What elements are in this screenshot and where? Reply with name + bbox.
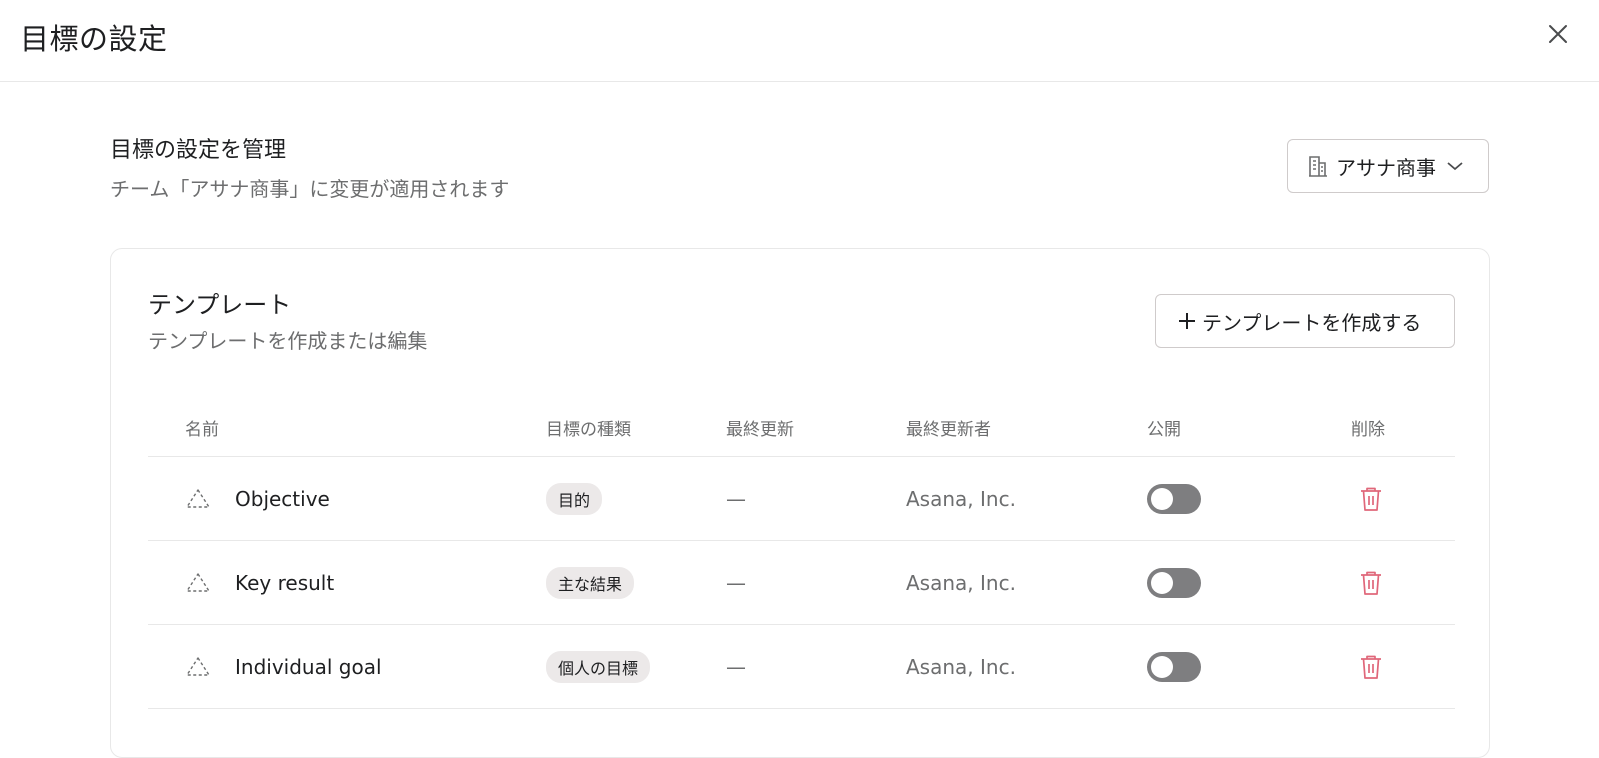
dashed-triangle-icon xyxy=(186,489,210,508)
toggle-knob xyxy=(1151,572,1173,594)
close-button[interactable] xyxy=(1543,19,1573,49)
settings-subtitle: チーム「アサナ商事」に変更が適用されます xyxy=(110,177,510,201)
dashed-triangle-icon xyxy=(186,657,210,676)
templates-subtitle: テンプレートを作成または編集 xyxy=(148,329,428,353)
template-name[interactable]: Key result xyxy=(235,571,334,595)
settings-title: 目標の設定を管理 xyxy=(110,138,287,163)
page-title: 目標の設定 xyxy=(20,22,168,56)
templates-title: テンプレート xyxy=(148,291,292,319)
toggle-knob xyxy=(1151,488,1173,510)
type-cell: 個人の目標 xyxy=(546,625,651,709)
goal-type-badge: 主な結果 xyxy=(546,567,635,599)
plus-icon xyxy=(1179,313,1195,329)
template-name[interactable]: Objective xyxy=(235,487,330,511)
updated-cell: — xyxy=(726,541,746,625)
dialog-header: 目標の設定 xyxy=(0,0,1599,82)
last-updated: — xyxy=(726,487,746,511)
delete-cell xyxy=(1359,457,1383,541)
table-row[interactable]: Key result 主な結果 — Asana, Inc. xyxy=(148,541,1455,625)
name-cell: Objective xyxy=(185,457,330,541)
table-row[interactable]: Individual goal 個人の目標 — Asana, Inc. xyxy=(148,625,1455,709)
create-template-label: テンプレートを作成する xyxy=(1202,310,1422,335)
close-icon xyxy=(1549,25,1567,43)
chevron-down-icon xyxy=(1447,162,1463,171)
name-cell: Key result xyxy=(185,541,334,625)
updated-by-cell: Asana, Inc. xyxy=(906,457,1016,541)
dashed-triangle-icon xyxy=(186,573,210,592)
last-updated: — xyxy=(726,571,746,595)
public-toggle[interactable] xyxy=(1147,484,1201,514)
team-select-label: アサナ商事 xyxy=(1336,155,1436,180)
updated-cell: — xyxy=(726,625,746,709)
last-updated: — xyxy=(726,655,746,679)
updated-by-cell: Asana, Inc. xyxy=(906,541,1016,625)
type-cell: 目的 xyxy=(546,457,603,541)
public-cell xyxy=(1147,541,1201,625)
updated-cell: — xyxy=(726,457,746,541)
last-updated-by: Asana, Inc. xyxy=(906,487,1016,511)
trash-icon xyxy=(1361,571,1381,595)
last-updated-by: Asana, Inc. xyxy=(906,571,1016,595)
column-type: 目標の種類 xyxy=(546,420,631,440)
goal-type-badge: 個人の目標 xyxy=(546,651,651,683)
public-cell xyxy=(1147,457,1201,541)
column-updated-by: 最終更新者 xyxy=(906,420,991,440)
column-name: 名前 xyxy=(185,420,219,440)
type-cell: 主な結果 xyxy=(546,541,635,625)
public-cell xyxy=(1147,625,1201,709)
toggle-knob xyxy=(1151,656,1173,678)
public-toggle[interactable] xyxy=(1147,652,1201,682)
create-template-button[interactable]: テンプレートを作成する xyxy=(1155,294,1455,348)
name-cell: Individual goal xyxy=(185,625,382,709)
delete-button[interactable] xyxy=(1359,654,1383,680)
delete-button[interactable] xyxy=(1359,486,1383,512)
goal-type-badge: 目的 xyxy=(546,483,603,515)
templates-table: 名前 目標の種類 最終更新 最終更新者 公開 削除 Objective 目的 —… xyxy=(148,395,1455,709)
table-row[interactable]: Objective 目的 — Asana, Inc. xyxy=(148,457,1455,541)
table-header: 名前 目標の種類 最終更新 最終更新者 公開 削除 xyxy=(148,395,1455,457)
trash-icon xyxy=(1361,487,1381,511)
public-toggle[interactable] xyxy=(1147,568,1201,598)
delete-cell xyxy=(1359,625,1383,709)
last-updated-by: Asana, Inc. xyxy=(906,655,1016,679)
column-updated: 最終更新 xyxy=(726,420,794,440)
delete-cell xyxy=(1359,541,1383,625)
trash-icon xyxy=(1361,655,1381,679)
template-name[interactable]: Individual goal xyxy=(235,655,382,679)
team-select[interactable]: アサナ商事 xyxy=(1287,139,1489,193)
updated-by-cell: Asana, Inc. xyxy=(906,625,1016,709)
column-delete: 削除 xyxy=(1351,420,1385,440)
delete-button[interactable] xyxy=(1359,570,1383,596)
templates-card: テンプレート テンプレートを作成または編集 テンプレートを作成する 名前 目標の… xyxy=(110,248,1490,758)
column-public: 公開 xyxy=(1147,420,1181,440)
building-icon xyxy=(1309,156,1327,177)
